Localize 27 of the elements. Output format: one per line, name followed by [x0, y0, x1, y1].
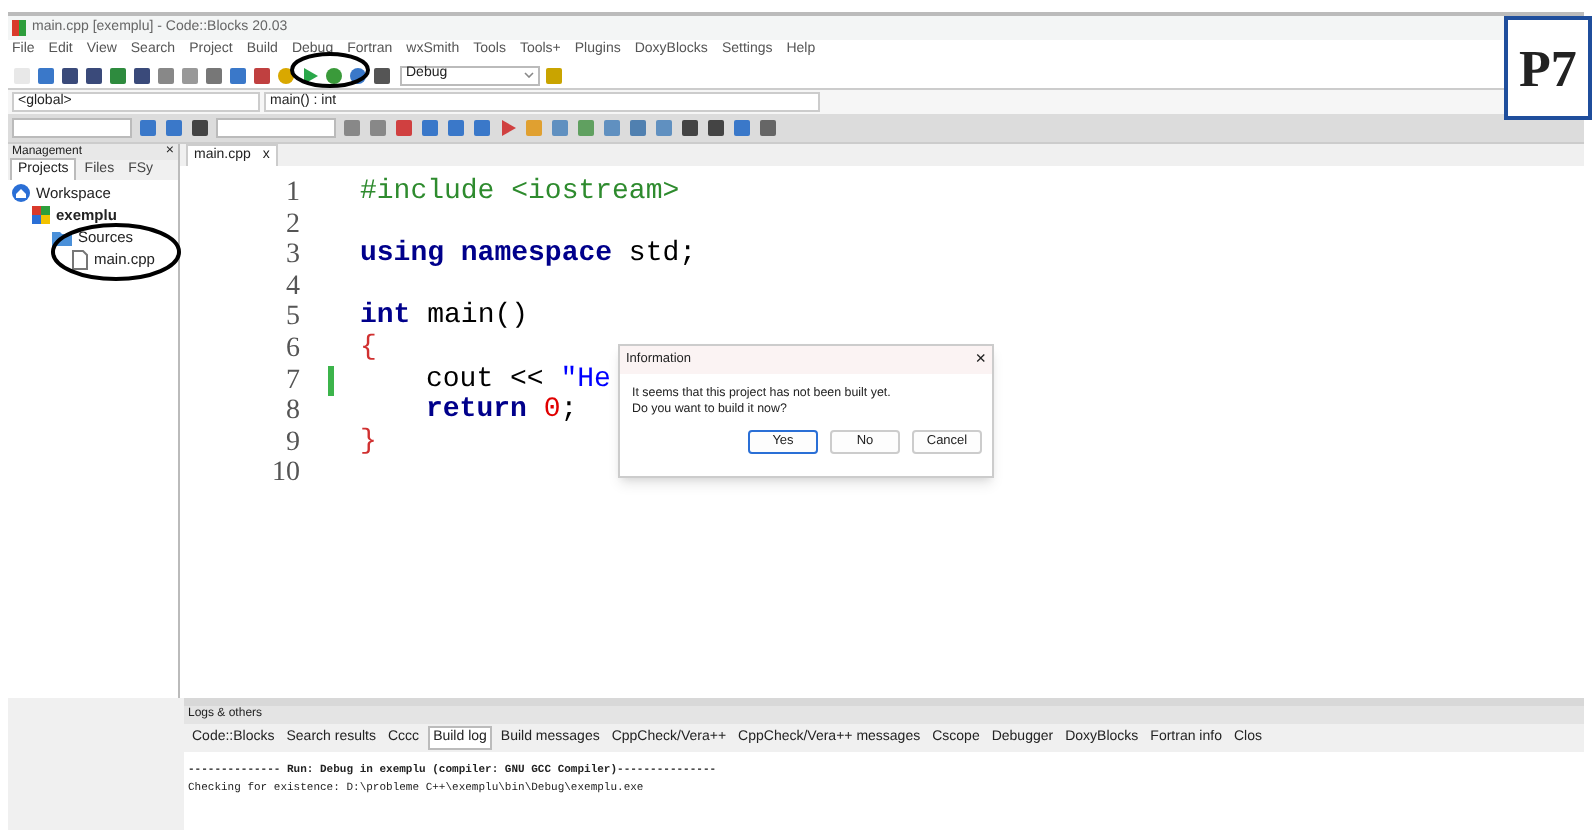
line-number: 4: [286, 271, 300, 303]
project-icon: [32, 206, 50, 224]
close-button[interactable]: ×: [975, 346, 986, 374]
line-number: 5: [286, 302, 300, 334]
chevron-down-icon: [524, 72, 534, 78]
search-dropdown[interactable]: [12, 118, 132, 138]
line-number: 6: [286, 333, 300, 366]
code-line: }: [360, 425, 377, 458]
line-number: 10: [272, 458, 300, 490]
figure-label: P7: [1504, 16, 1592, 120]
code-line: {: [360, 331, 377, 364]
line-number: 1: [286, 178, 300, 210]
file-icon: [72, 249, 88, 269]
code-line: using namespace std;: [360, 238, 697, 271]
code-line: cout << "He: [424, 363, 611, 396]
line-number: 3: [286, 240, 300, 272]
annotation-circle: [50, 222, 182, 282]
code-line: return 0;: [424, 394, 578, 427]
line-number: 9: [286, 427, 300, 459]
annotation-circle: [290, 52, 370, 88]
line-number: 2: [286, 209, 300, 241]
app-icon: [12, 20, 26, 36]
line-number: 7: [286, 365, 300, 397]
code-line: #include <iostream>: [360, 176, 680, 208]
line-number: 8: [286, 396, 300, 428]
run-icon[interactable]: [498, 118, 518, 138]
code-line: int main(): [360, 300, 529, 333]
